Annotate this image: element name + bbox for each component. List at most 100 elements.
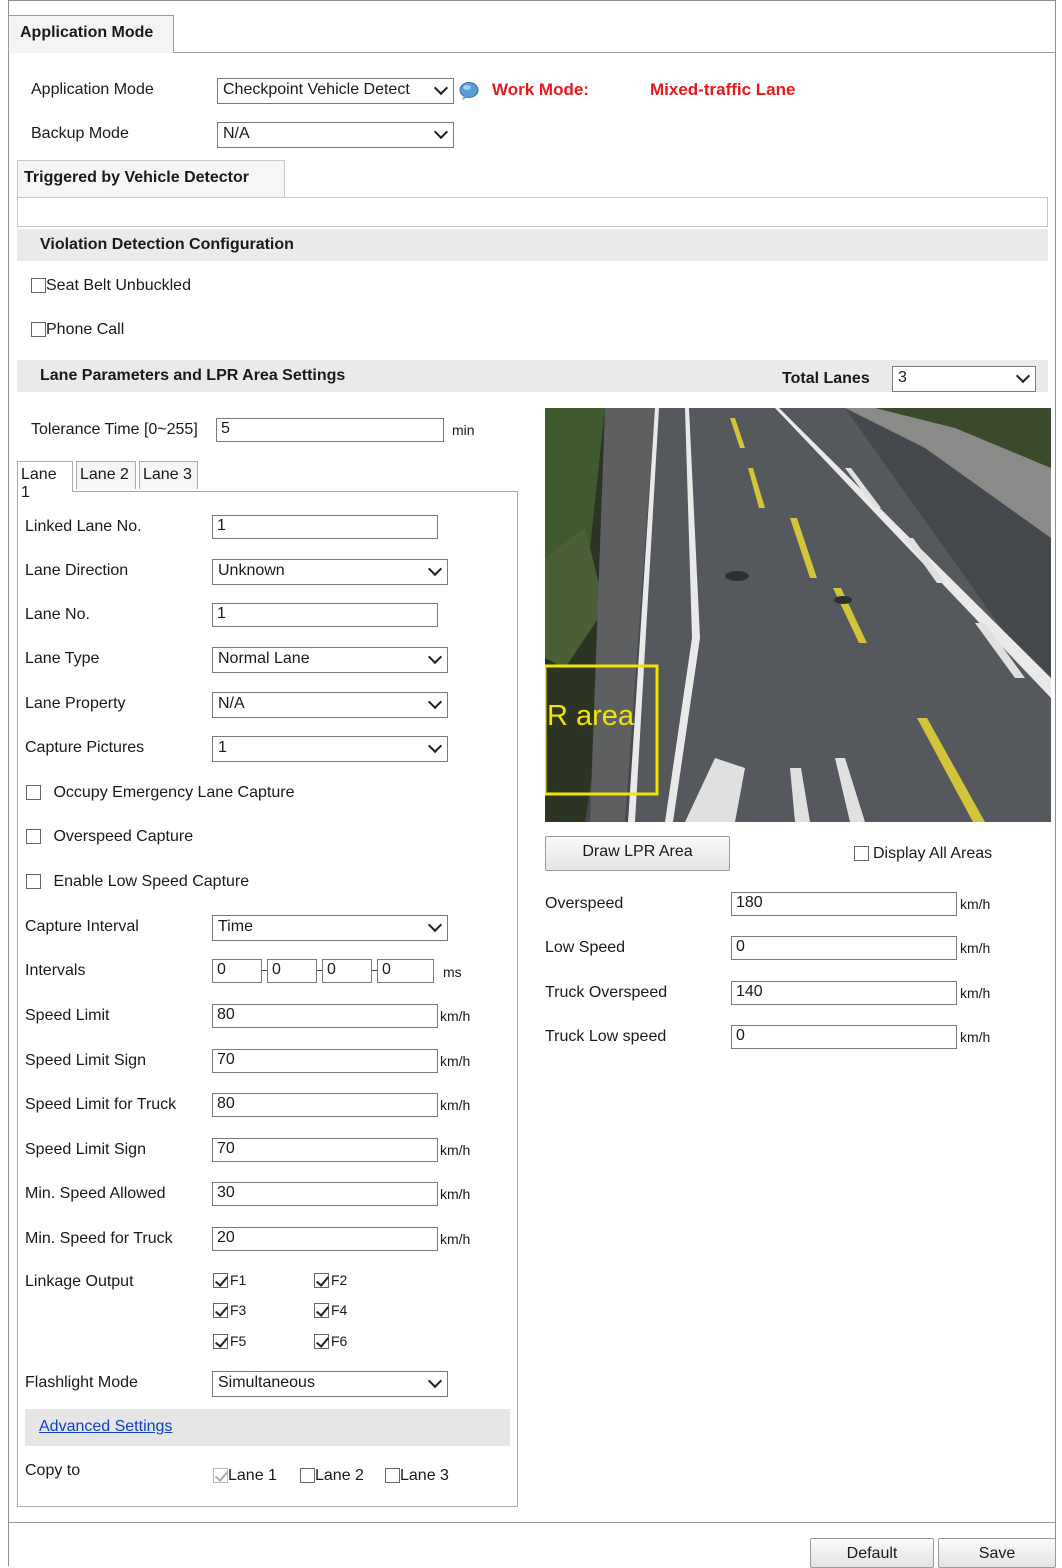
overspeed-capture-option[interactable]: Overspeed Capture [26,828,193,846]
copy-to-label: Copy to [25,1462,81,1479]
linkage-f1-checkbox[interactable] [213,1273,228,1289]
low-speed-unit: km/h [960,940,991,956]
copy-lane-3-checkbox[interactable] [385,1468,400,1484]
application-mode-value: Checkpoint Vehicle Detect [223,81,410,98]
lane-type-select[interactable]: Normal Lane [212,647,448,673]
chevron-down-icon [1015,370,1031,386]
linkage-f4[interactable]: F4 [314,1302,347,1320]
linkage-f1[interactable]: F1 [213,1272,246,1290]
linkage-f5[interactable]: F5 [213,1333,246,1351]
draw-lpr-area-button[interactable]: Draw LPR Area [545,836,730,871]
lane-direction-label: Lane Direction [25,562,129,579]
linkage-f3[interactable]: F3 [213,1302,246,1320]
copy-lane-3-label: Lane 3 [400,1467,449,1484]
linkage-f3-label: F3 [230,1302,247,1318]
camera-preview[interactable]: R area [545,408,1051,822]
low-speed-input[interactable]: 0 [731,936,957,960]
copy-lane-1: Lane 1 [213,1467,277,1485]
linked-lane-input[interactable]: 1 [212,515,438,539]
display-all-areas-option[interactable]: Display All Areas [854,845,992,863]
copy-lane-3[interactable]: Lane 3 [385,1467,449,1485]
interval-input-1[interactable]: 0 [212,959,262,983]
chevron-down-icon [427,919,443,935]
linked-lane-label: Linked Lane No. [25,518,142,535]
work-mode-label: Work Mode: [492,80,589,99]
min-speed-unit: km/h [440,1186,471,1202]
speed-limit-input[interactable]: 80 [212,1004,438,1028]
total-lanes-select[interactable]: 3 [892,366,1036,392]
low-speed-capture-label: Enable Low Speed Capture [53,873,250,890]
linkage-f6-checkbox[interactable] [314,1334,329,1350]
linkage-f2[interactable]: F2 [314,1272,347,1290]
linkage-f5-checkbox[interactable] [213,1334,228,1350]
info-bubble-icon[interactable] [458,81,480,101]
tab-triggered-by-vehicle-detector[interactable]: Triggered by Vehicle Detector [17,160,285,198]
min-truck-speed-unit: km/h [440,1231,471,1247]
truck-speed-limit-sign-unit: km/h [440,1142,471,1158]
backup-mode-value: N/A [223,125,250,142]
application-mode-select[interactable]: Checkpoint Vehicle Detect [217,78,454,104]
emergency-lane-label: Occupy Emergency Lane Capture [53,784,295,801]
tab-lane-1[interactable]: Lane 1 [17,461,73,501]
truck-speed-limit-label: Speed Limit for Truck [25,1096,177,1113]
seat-belt-checkbox[interactable] [31,278,46,294]
copy-lane-2-label: Lane 2 [315,1467,364,1484]
linkage-f2-checkbox[interactable] [314,1273,329,1289]
emergency-lane-checkbox[interactable] [26,785,41,801]
display-all-areas-checkbox[interactable] [854,846,869,862]
low-speed-capture-option[interactable]: Enable Low Speed Capture [26,873,249,891]
tab-lane-3[interactable]: Lane 3 [139,461,198,489]
advanced-settings-link[interactable]: Advanced Settings [39,1418,172,1436]
phone-call-label: Phone Call [46,321,125,338]
truck-speed-limit-sign-input[interactable]: 70 [212,1138,438,1162]
lane-direction-select[interactable]: Unknown [212,559,448,585]
linkage-f6-label: F6 [331,1333,348,1349]
lane-property-select[interactable]: N/A [212,692,448,718]
emergency-lane-option[interactable]: Occupy Emergency Lane Capture [26,784,294,802]
lane-no-input[interactable]: 1 [212,603,438,627]
flashlight-mode-select[interactable]: Simultaneous [212,1371,448,1397]
seat-belt-option[interactable]: Seat Belt Unbuckled [31,277,191,295]
truck-speed-limit-input[interactable]: 80 [212,1093,438,1117]
speed-limit-sign-input[interactable]: 70 [212,1049,438,1073]
capture-interval-label: Capture Interval [25,918,139,935]
capture-interval-select[interactable]: Time [212,915,448,941]
truck-low-speed-input[interactable]: 0 [731,1025,957,1049]
capture-pictures-select[interactable]: 1 [212,736,448,762]
truck-overspeed-input[interactable]: 140 [731,981,957,1005]
tab-application-mode[interactable]: Application Mode [8,15,174,53]
interval-input-3[interactable]: 0 [322,959,372,983]
lane-settings-panel [17,491,518,1507]
speed-limit-unit: km/h [440,1008,471,1024]
min-truck-speed-input[interactable]: 20 [212,1227,438,1251]
chevron-down-icon [427,696,443,712]
phone-call-checkbox[interactable] [31,322,46,338]
linkage-f4-label: F4 [331,1302,348,1318]
linkage-f6[interactable]: F6 [314,1333,347,1351]
lane-property-label: Lane Property [25,695,126,712]
backup-mode-select[interactable]: N/A [217,122,454,148]
default-button[interactable]: Default [810,1538,934,1568]
interval-input-2[interactable]: 0 [267,959,317,983]
min-speed-input[interactable]: 30 [212,1182,438,1206]
copy-lane-2[interactable]: Lane 2 [300,1467,364,1485]
backup-mode-label: Backup Mode [31,125,129,142]
truck-low-speed-unit: km/h [960,1029,991,1045]
linkage-f4-checkbox[interactable] [314,1303,329,1319]
chevron-down-icon [427,740,443,756]
tab-lane-2[interactable]: Lane 2 [76,461,136,489]
interval-input-4[interactable]: 0 [377,959,434,983]
chevron-down-icon [427,651,443,667]
linkage-f3-checkbox[interactable] [213,1303,228,1319]
tolerance-time-input[interactable]: 5 [216,418,444,442]
save-button[interactable]: Save [938,1538,1056,1568]
copy-lane-1-label: Lane 1 [228,1467,277,1484]
phone-call-option[interactable]: Phone Call [31,321,124,339]
low-speed-capture-checkbox[interactable] [26,874,41,890]
capture-interval-value: Time [218,918,253,935]
footer-divider [8,1522,1056,1523]
overspeed-capture-checkbox[interactable] [26,829,41,845]
overspeed-input[interactable]: 180 [731,892,957,916]
copy-lane-2-checkbox[interactable] [300,1468,315,1484]
overspeed-unit: km/h [960,896,991,912]
